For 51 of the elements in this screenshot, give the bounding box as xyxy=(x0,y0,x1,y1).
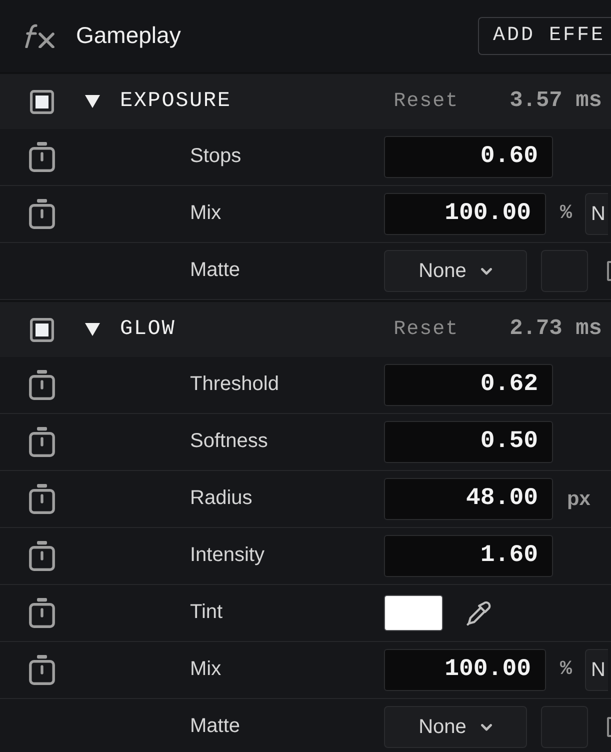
stopwatch-icon[interactable] xyxy=(29,484,55,514)
effect-title: EXPOSURE xyxy=(120,88,232,114)
enable-checkbox[interactable] xyxy=(30,318,54,342)
value-field[interactable]: 100.00 xyxy=(384,649,546,691)
matte-dropdown[interactable]: None xyxy=(384,250,527,292)
unit-label: % xyxy=(560,658,572,682)
stopwatch-icon[interactable] xyxy=(29,370,55,400)
param-label: Intensity xyxy=(190,544,264,566)
unit-label: % xyxy=(560,202,572,226)
param-label: Matte xyxy=(190,715,240,737)
stopwatch-icon[interactable] xyxy=(29,199,55,229)
stopwatch-icon[interactable] xyxy=(29,427,55,457)
stopwatch-icon[interactable] xyxy=(29,655,55,685)
panel-title: Gameplay xyxy=(76,22,181,50)
value-field[interactable]: 0.62 xyxy=(384,364,553,406)
param-label: Mix xyxy=(190,658,222,680)
param-label: Mix xyxy=(190,202,222,224)
collapse-triangle-icon[interactable] xyxy=(85,95,100,108)
render-time-label: 3.57 ms xyxy=(510,88,602,115)
matte-dropdown[interactable]: None xyxy=(384,706,527,748)
matte-checkbox[interactable] xyxy=(607,717,611,737)
param-label: Tint xyxy=(190,601,223,623)
value-field[interactable]: 100.00 xyxy=(384,193,546,235)
eyedropper-icon[interactable] xyxy=(465,600,491,626)
param-label: Threshold xyxy=(190,373,279,395)
mode-select[interactable]: N xyxy=(585,193,608,235)
enable-checkbox[interactable] xyxy=(30,90,54,114)
value-field[interactable]: 48.00 xyxy=(384,478,553,520)
collapse-triangle-icon[interactable] xyxy=(85,323,100,336)
stopwatch-icon[interactable] xyxy=(29,142,55,172)
reset-button[interactable]: Reset xyxy=(394,318,459,342)
chevron-down-icon xyxy=(481,724,492,730)
color-swatch[interactable] xyxy=(384,595,443,631)
fx-icon xyxy=(24,24,55,48)
stopwatch-icon[interactable] xyxy=(29,541,55,571)
add-effect-button[interactable]: ADD EFFE xyxy=(478,17,611,55)
param-label: Softness xyxy=(190,430,268,452)
reset-button[interactable]: Reset xyxy=(394,90,459,114)
value-field[interactable]: 0.60 xyxy=(384,136,553,178)
mode-select[interactable]: N xyxy=(585,649,608,691)
param-label: Radius xyxy=(190,487,252,509)
unit-label: px xyxy=(567,487,590,511)
matte-checkbox[interactable] xyxy=(607,261,611,281)
render-time-label: 2.73 ms xyxy=(510,316,602,343)
stopwatch-icon[interactable] xyxy=(29,598,55,628)
effect-title: GLOW xyxy=(120,316,176,342)
value-field[interactable]: 0.50 xyxy=(384,421,553,463)
chevron-down-icon xyxy=(481,268,492,274)
value-field[interactable]: 1.60 xyxy=(384,535,553,577)
param-label: Stops xyxy=(190,145,242,167)
param-label: Matte xyxy=(190,259,240,281)
